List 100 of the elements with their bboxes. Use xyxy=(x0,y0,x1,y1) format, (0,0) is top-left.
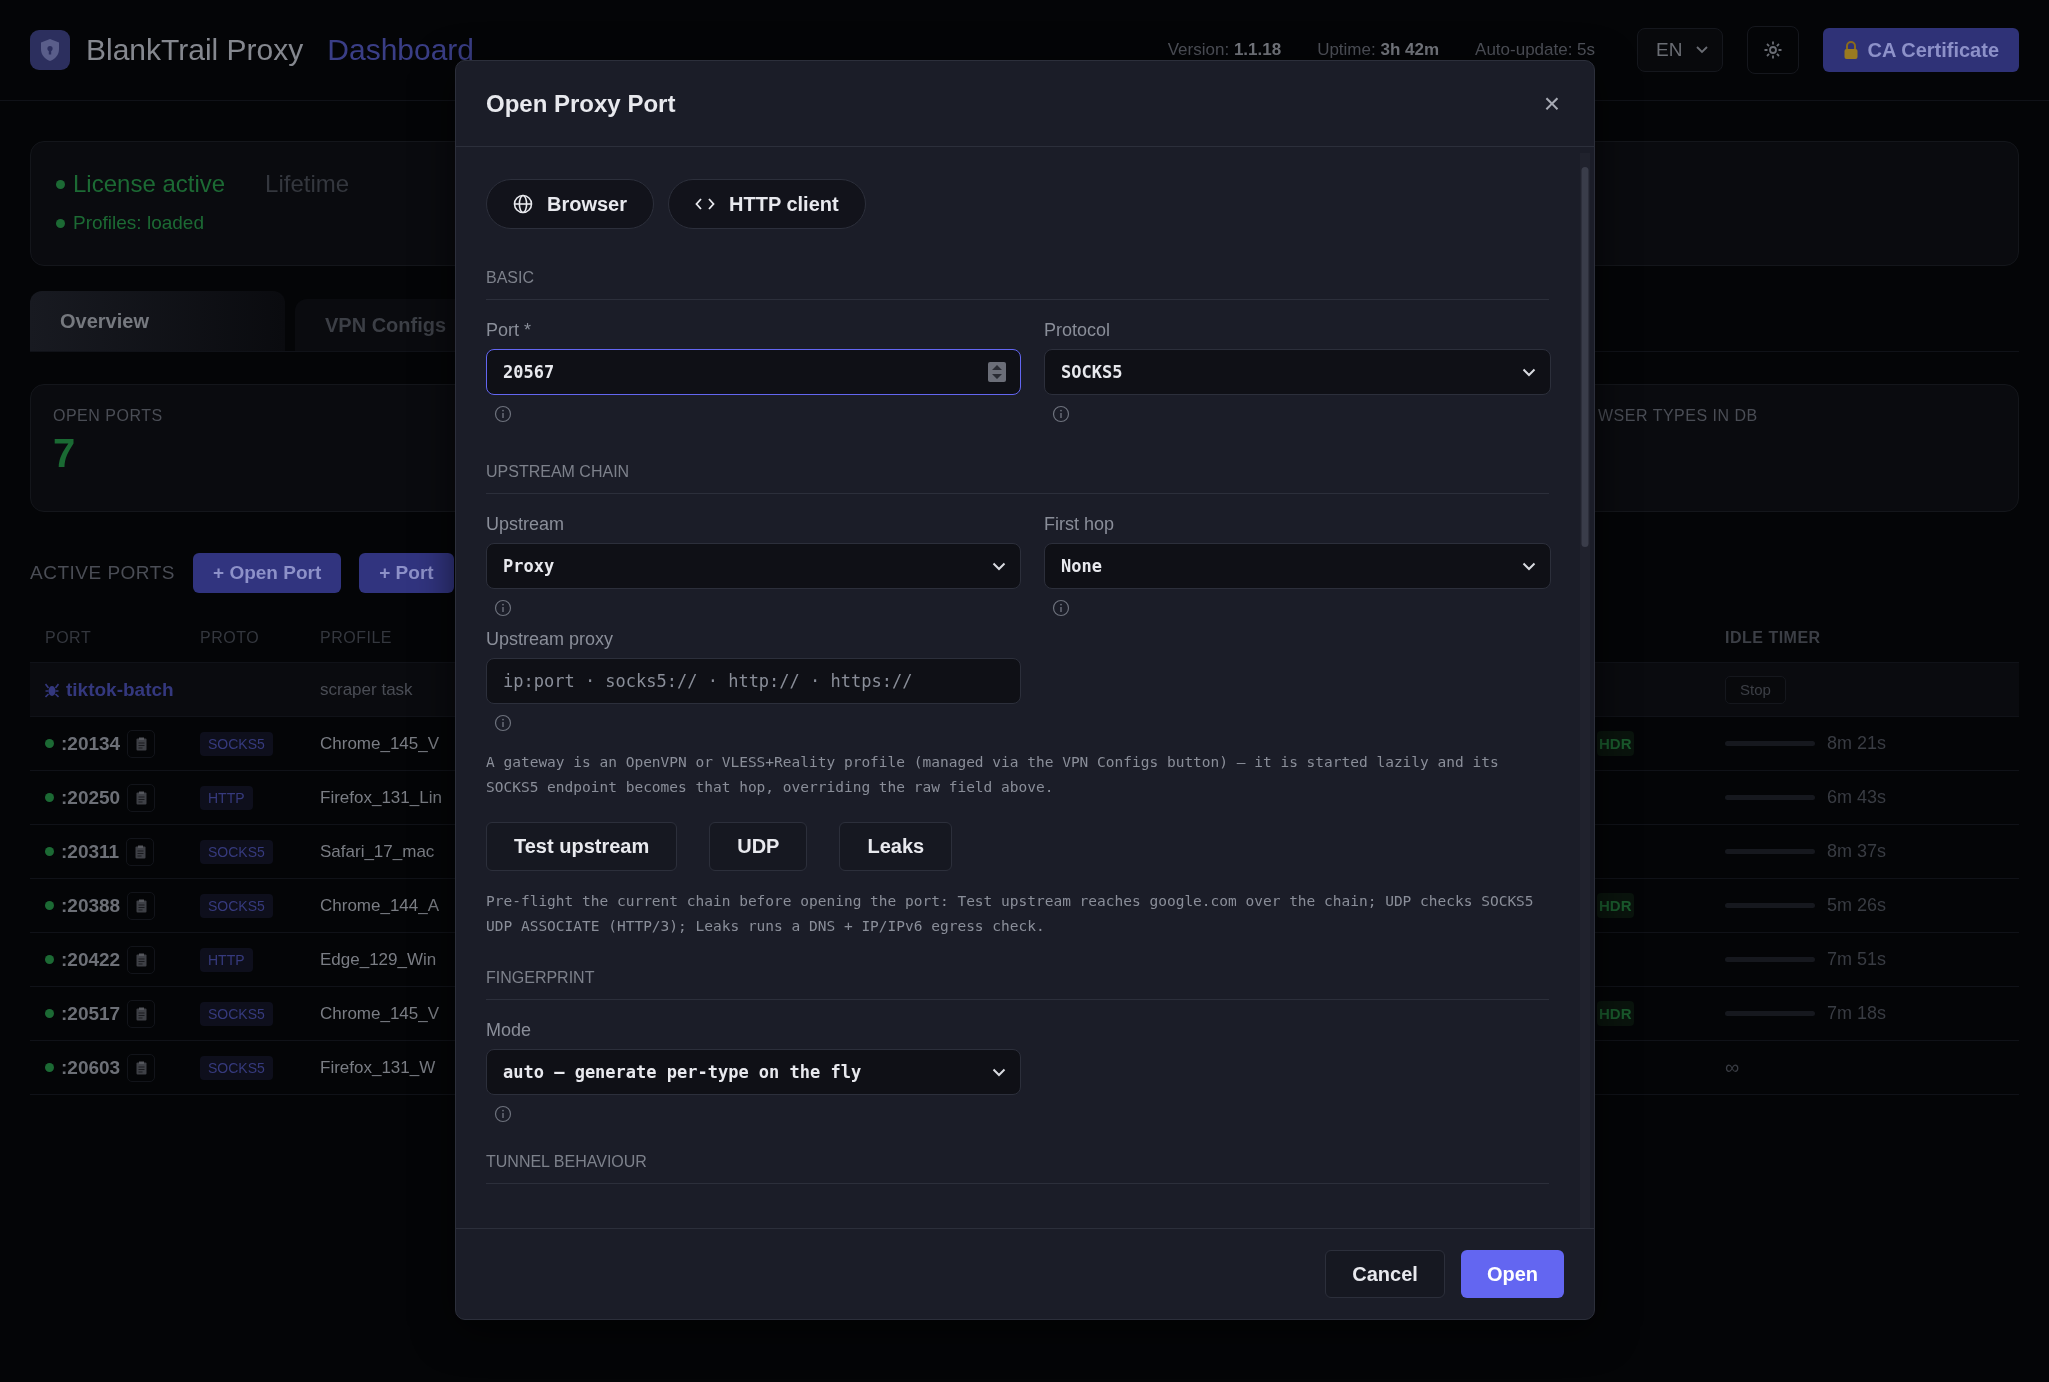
clipboard-icon xyxy=(135,1006,147,1021)
port-input[interactable]: 20567 xyxy=(486,349,1021,395)
info-icon[interactable] xyxy=(494,405,512,423)
protocol-tag: HTTP xyxy=(200,947,253,972)
language-select[interactable]: EN xyxy=(1637,28,1724,72)
idle-timer: 8m 37s xyxy=(1827,841,1887,862)
section-heading: TUNNEL BEHAVIOUR xyxy=(486,1153,1549,1184)
shield-logo-icon xyxy=(30,30,70,70)
protocol-tag: SOCKS5 xyxy=(200,1055,273,1080)
profile-name: Firefox_131_W xyxy=(320,1057,436,1078)
auto-update-text: Auto-update: 5s xyxy=(1475,40,1596,60)
column-header: IDLE TIMER xyxy=(1725,629,1821,647)
info-icon[interactable] xyxy=(494,1105,512,1123)
protocol-tag: SOCKS5 xyxy=(200,1001,273,1026)
profile-name: Chrome_144_A xyxy=(320,895,440,916)
copy-button[interactable] xyxy=(126,837,155,866)
status-dot xyxy=(45,901,54,910)
test-button[interactable]: Test upstream xyxy=(486,822,678,871)
clipboard-icon xyxy=(135,952,147,967)
add-button[interactable]: + Open Port xyxy=(193,553,342,593)
stat-label: OPEN PORTS xyxy=(53,407,163,425)
info-icon[interactable] xyxy=(1052,599,1070,617)
code-icon xyxy=(695,197,716,211)
version-text: Version: 1.1.18 xyxy=(1167,40,1282,60)
field-label: Mode xyxy=(486,1020,533,1041)
clipboard-icon xyxy=(135,736,147,751)
mode-button[interactable]: HTTP client xyxy=(668,179,866,229)
status-dot xyxy=(45,1009,54,1018)
select-field[interactable]: SOCKS5 xyxy=(1044,349,1551,395)
clipboard-icon xyxy=(135,1060,147,1075)
test-button[interactable]: UDP xyxy=(709,822,808,871)
open-button[interactable]: Open xyxy=(1460,1250,1564,1298)
status-dot xyxy=(45,739,54,748)
app-title: BlankTrail Proxy xyxy=(86,33,304,67)
info-icon[interactable] xyxy=(1052,405,1070,423)
protocol-tag: SOCKS5 xyxy=(200,893,273,918)
select-field[interactable]: Proxy xyxy=(486,543,1021,589)
field-label: Protocol xyxy=(1044,320,1112,341)
status-dot xyxy=(45,793,54,802)
ca-certificate-button[interactable]: CA Certificate xyxy=(1823,28,2019,72)
hdr-tag: HDR xyxy=(1597,893,1634,918)
protocol-tag: SOCKS5 xyxy=(200,839,273,864)
select-field[interactable]: auto — generate per-type on the fly xyxy=(486,1049,1021,1095)
copy-button[interactable] xyxy=(127,891,156,920)
clipboard-icon xyxy=(135,790,147,805)
idle-timer: 7m 51s xyxy=(1827,949,1887,970)
chevron-down-icon xyxy=(1522,561,1536,571)
info-icon[interactable] xyxy=(494,714,512,732)
idle-timer: 8m 21s xyxy=(1827,733,1887,754)
stat-value: 7 xyxy=(53,431,76,476)
chevron-down-icon xyxy=(1522,367,1536,377)
clipboard-icon xyxy=(134,844,146,859)
port-number: :20422 xyxy=(61,948,121,971)
test-button[interactable]: Leaks xyxy=(839,822,953,871)
lock-icon xyxy=(1843,40,1860,60)
add-button[interactable]: + Port xyxy=(359,553,454,593)
profile-name: Safari_17_mac xyxy=(320,841,435,862)
section-heading: UPSTREAM CHAIN xyxy=(486,463,1549,494)
spinner-icon[interactable] xyxy=(988,362,1006,382)
idle-timer: ∞ xyxy=(1725,1056,1740,1079)
chevron-down-icon xyxy=(1696,46,1709,54)
profile-name: Chrome_145_V xyxy=(320,1003,440,1024)
copy-button[interactable] xyxy=(127,999,156,1028)
section-title: Dashboard xyxy=(327,33,475,67)
idle-timer: 7m 18s xyxy=(1827,1003,1887,1024)
status-dot xyxy=(45,1063,54,1072)
settings-button[interactable] xyxy=(1747,26,1800,74)
select-field[interactable]: None xyxy=(1044,543,1551,589)
port-number: :20311 xyxy=(61,840,120,863)
idle-timer: 5m 26s xyxy=(1827,895,1887,916)
section-heading: ACTIVE PORTS xyxy=(30,562,175,584)
profile-name: Chrome_145_V xyxy=(320,733,440,754)
hdr-tag: HDR xyxy=(1597,1001,1634,1026)
status-dot xyxy=(45,847,54,856)
copy-button[interactable] xyxy=(127,945,156,974)
mode-button[interactable]: Browser xyxy=(486,179,655,229)
field-label: Upstream xyxy=(486,514,566,535)
clipboard-icon xyxy=(135,898,147,913)
protocol-tag: HTTP xyxy=(200,785,253,810)
status-dot xyxy=(45,955,54,964)
copy-button[interactable] xyxy=(127,729,156,758)
globe-icon xyxy=(513,194,533,214)
chevron-down-icon xyxy=(992,1067,1006,1077)
info-icon[interactable] xyxy=(494,599,512,617)
copy-button[interactable] xyxy=(127,783,156,812)
port-number: :20134 xyxy=(61,732,121,755)
section-heading: FINGERPRINT xyxy=(486,969,1549,1000)
help-text: A gateway is an OpenVPN or VLESS+Reality profile (managed via the VPN Configs button) — it is started lazily and its SOCKS5 endpoint becomes that hop, overriding the raw field above. xyxy=(486,753,1500,797)
field-label: Upstream proxy xyxy=(486,629,615,650)
spider-icon xyxy=(45,681,59,698)
license-status: License active xyxy=(56,170,226,198)
tab[interactable]: Overview xyxy=(30,291,285,351)
close-button[interactable]: × xyxy=(1539,87,1564,120)
field-label: Port * xyxy=(486,320,533,341)
cancel-button[interactable]: Cancel xyxy=(1325,1250,1445,1298)
settings-icon xyxy=(1763,40,1784,60)
copy-button[interactable] xyxy=(127,1053,156,1082)
hdr-tag: HDR xyxy=(1597,731,1634,756)
port-number: :20517 xyxy=(61,1002,121,1025)
upstream-proxy-input[interactable]: ip:port · socks5:// · http:// · https:// xyxy=(486,658,1021,704)
